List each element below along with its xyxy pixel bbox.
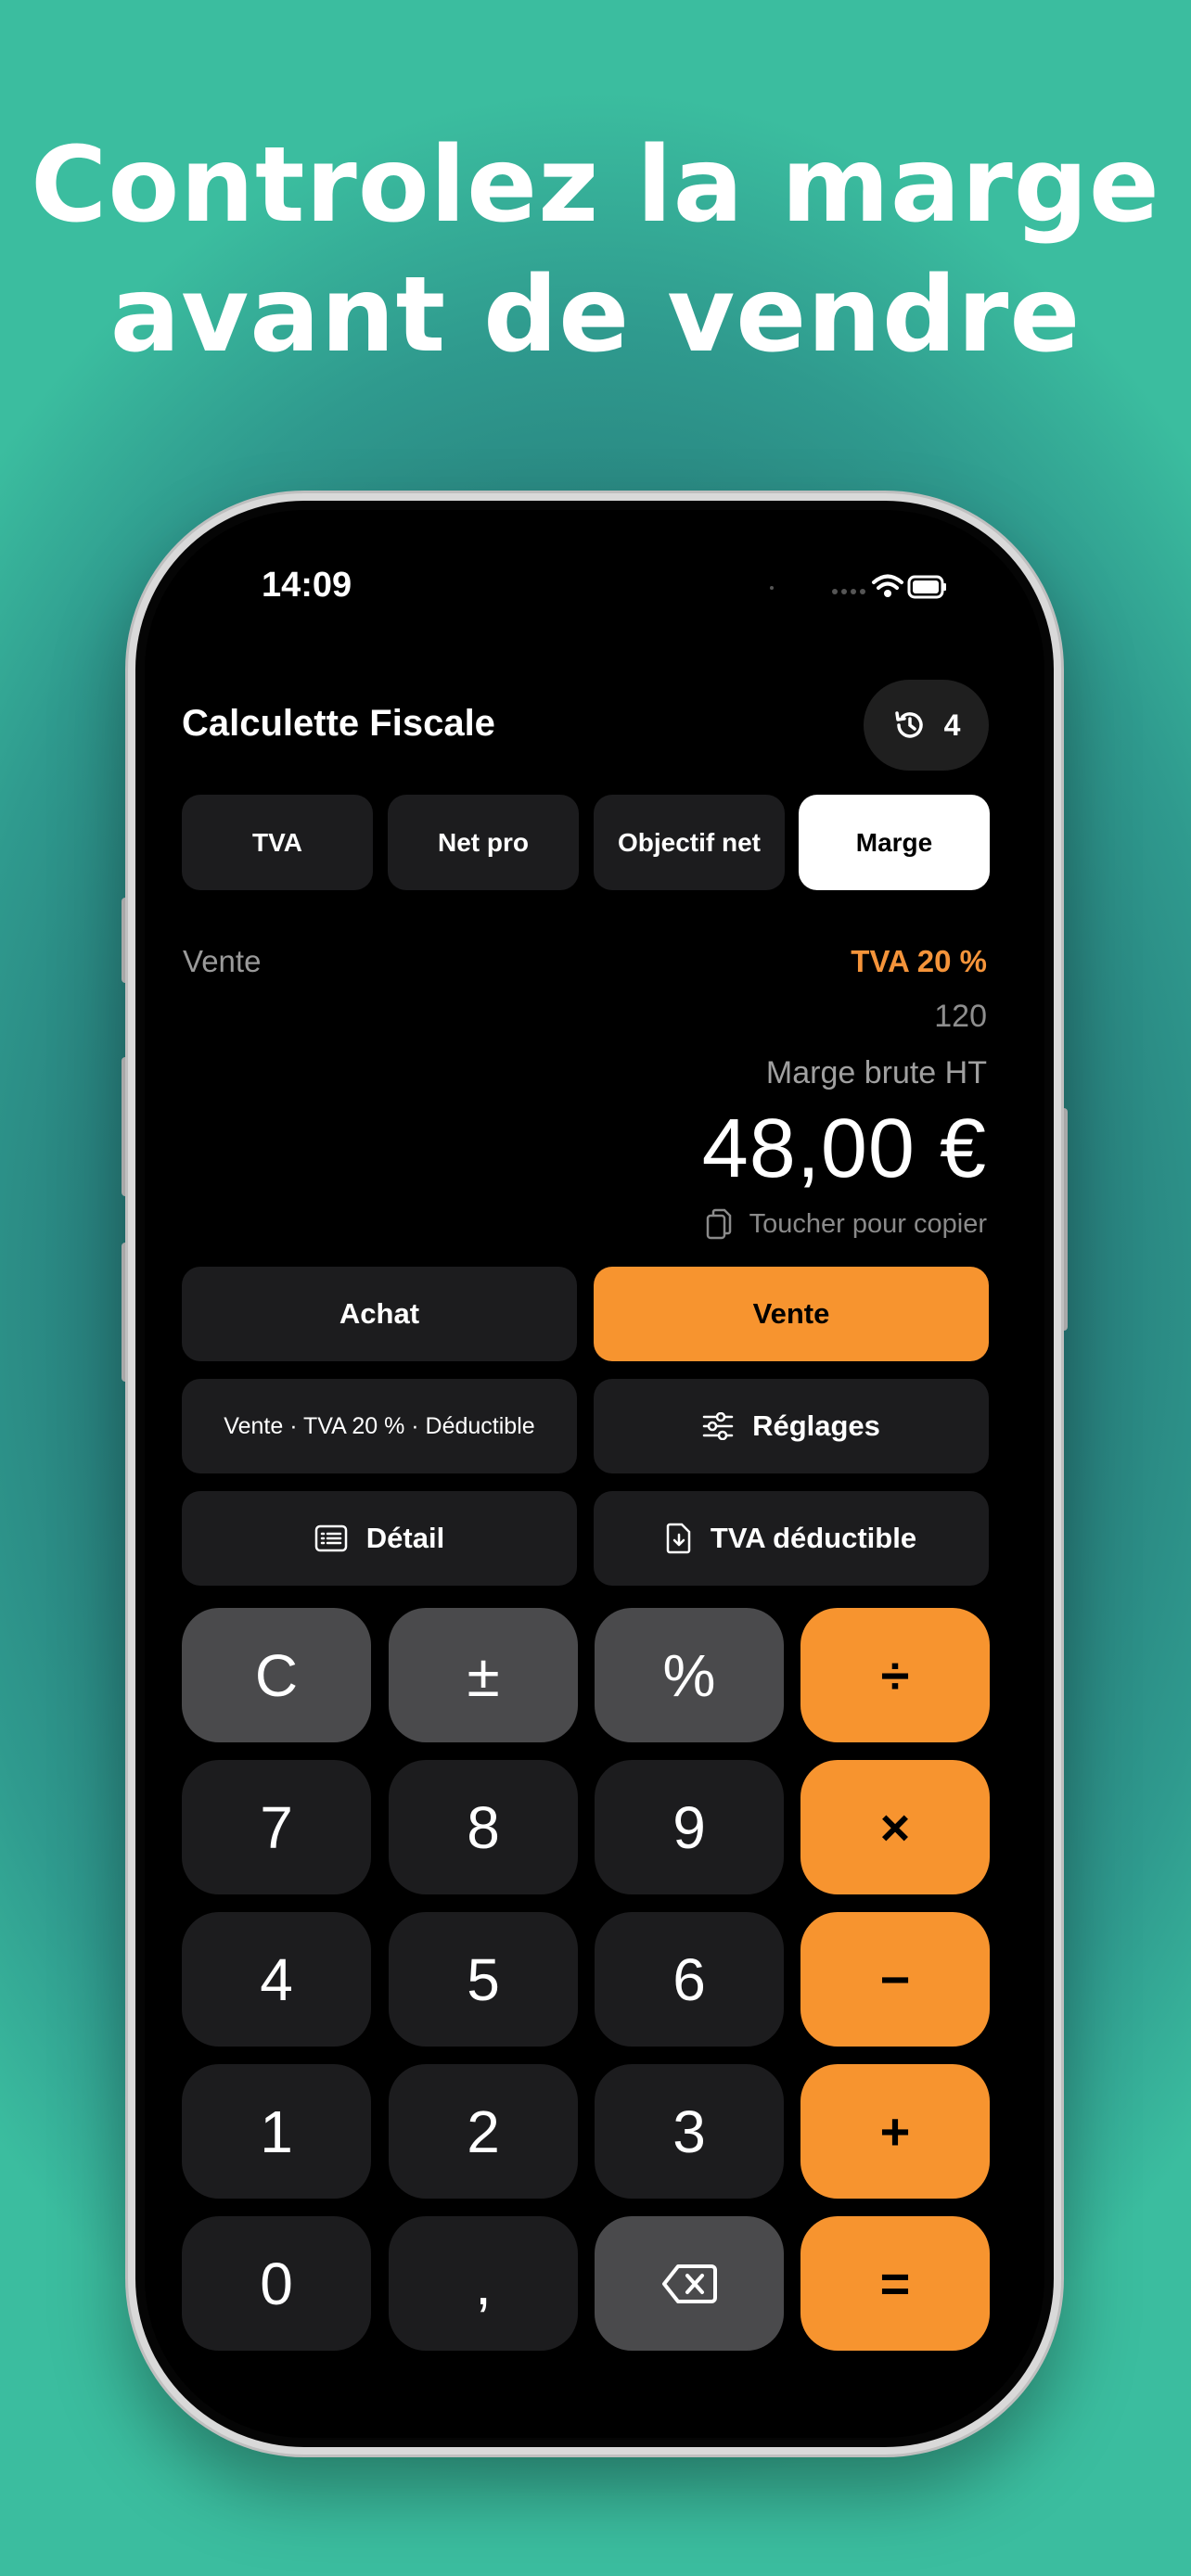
power-button: [1060, 1108, 1068, 1331]
copy-icon: [706, 1208, 731, 1240]
key-backspace[interactable]: [595, 2216, 784, 2351]
key-minus[interactable]: −: [800, 1912, 990, 2047]
key-6[interactable]: 6: [595, 1912, 784, 2047]
headline-line-1: Controlez la marge: [31, 125, 1160, 246]
dynamic-island-dot-icon: [770, 586, 774, 590]
headline-line-2: avant de vendre: [109, 255, 1082, 376]
tab-net-pro[interactable]: Net pro: [388, 795, 579, 890]
phone-frame: 14:09 Calculette Fiscale 4 TVA Net pro O…: [128, 493, 1061, 2455]
wifi-icon: [872, 574, 903, 590]
copy-hint-label: Toucher pour copier: [749, 1208, 987, 1239]
key-comma[interactable]: ,: [389, 2216, 578, 2351]
detail-label: Détail: [365, 1522, 445, 1554]
result-value[interactable]: 48,00 €: [702, 1102, 987, 1197]
app-title: Calculette Fiscale: [182, 703, 495, 744]
detail-button[interactable]: Détail: [182, 1491, 577, 1586]
key-plus[interactable]: +: [800, 2064, 990, 2199]
field-label: Vente: [183, 944, 262, 978]
backspace-icon: [662, 2264, 717, 2303]
key-5[interactable]: 5: [389, 1912, 578, 2047]
copy-hint[interactable]: Toucher pour copier: [705, 1207, 987, 1241]
history-button[interactable]: 4: [864, 680, 989, 771]
headline: Controlez la marge avant de vendre: [0, 121, 1191, 380]
history-icon: [894, 711, 923, 738]
tva-rate-badge: TVA 20 %: [851, 944, 987, 978]
key-1[interactable]: 1: [182, 2064, 371, 2199]
key-2[interactable]: 2: [389, 2064, 578, 2199]
key-8[interactable]: 8: [389, 1760, 578, 1894]
key-percent[interactable]: %: [595, 1608, 784, 1742]
key-0[interactable]: 0: [182, 2216, 371, 2351]
key-3[interactable]: 3: [595, 2064, 784, 2199]
reglages-label: Réglages: [752, 1409, 880, 1442]
tab-objectif-net[interactable]: Objectif net: [594, 795, 785, 890]
tab-marge[interactable]: Marge: [799, 795, 990, 890]
key-9[interactable]: 9: [595, 1760, 784, 1894]
key-clear[interactable]: C: [182, 1608, 371, 1742]
tab-tva[interactable]: TVA: [182, 795, 373, 890]
key-plus-minus[interactable]: ±: [389, 1608, 578, 1742]
cellular-signal-icon: [832, 589, 865, 594]
achat-button[interactable]: Achat: [182, 1267, 577, 1361]
key-multiply[interactable]: ×: [800, 1760, 990, 1894]
phone-screen: 14:09 Calculette Fiscale 4 TVA Net pro O…: [145, 510, 1044, 2438]
key-7[interactable]: 7: [182, 1760, 371, 1894]
tva-deductible-label: TVA déductible: [710, 1522, 917, 1554]
status-time: 14:09: [262, 566, 352, 605]
sliders-icon: [702, 1412, 734, 1440]
result-label: Marge brute HT: [765, 1055, 987, 1090]
document-download-icon: [666, 1523, 691, 1554]
reglages-button[interactable]: Réglages: [594, 1379, 989, 1473]
key-divide[interactable]: ÷: [800, 1608, 990, 1742]
status-icons: [770, 574, 946, 599]
battery-icon: [907, 575, 946, 599]
tva-deductible-button[interactable]: TVA déductible: [594, 1491, 989, 1586]
summary-button[interactable]: Vente · TVA 20 % · Déductible: [182, 1379, 577, 1473]
list-icon: [314, 1524, 348, 1552]
key-4[interactable]: 4: [182, 1912, 371, 2047]
vente-button[interactable]: Vente: [594, 1267, 989, 1361]
history-count: 4: [943, 708, 961, 742]
input-value: 120: [934, 999, 987, 1034]
key-equals[interactable]: =: [800, 2216, 990, 2351]
